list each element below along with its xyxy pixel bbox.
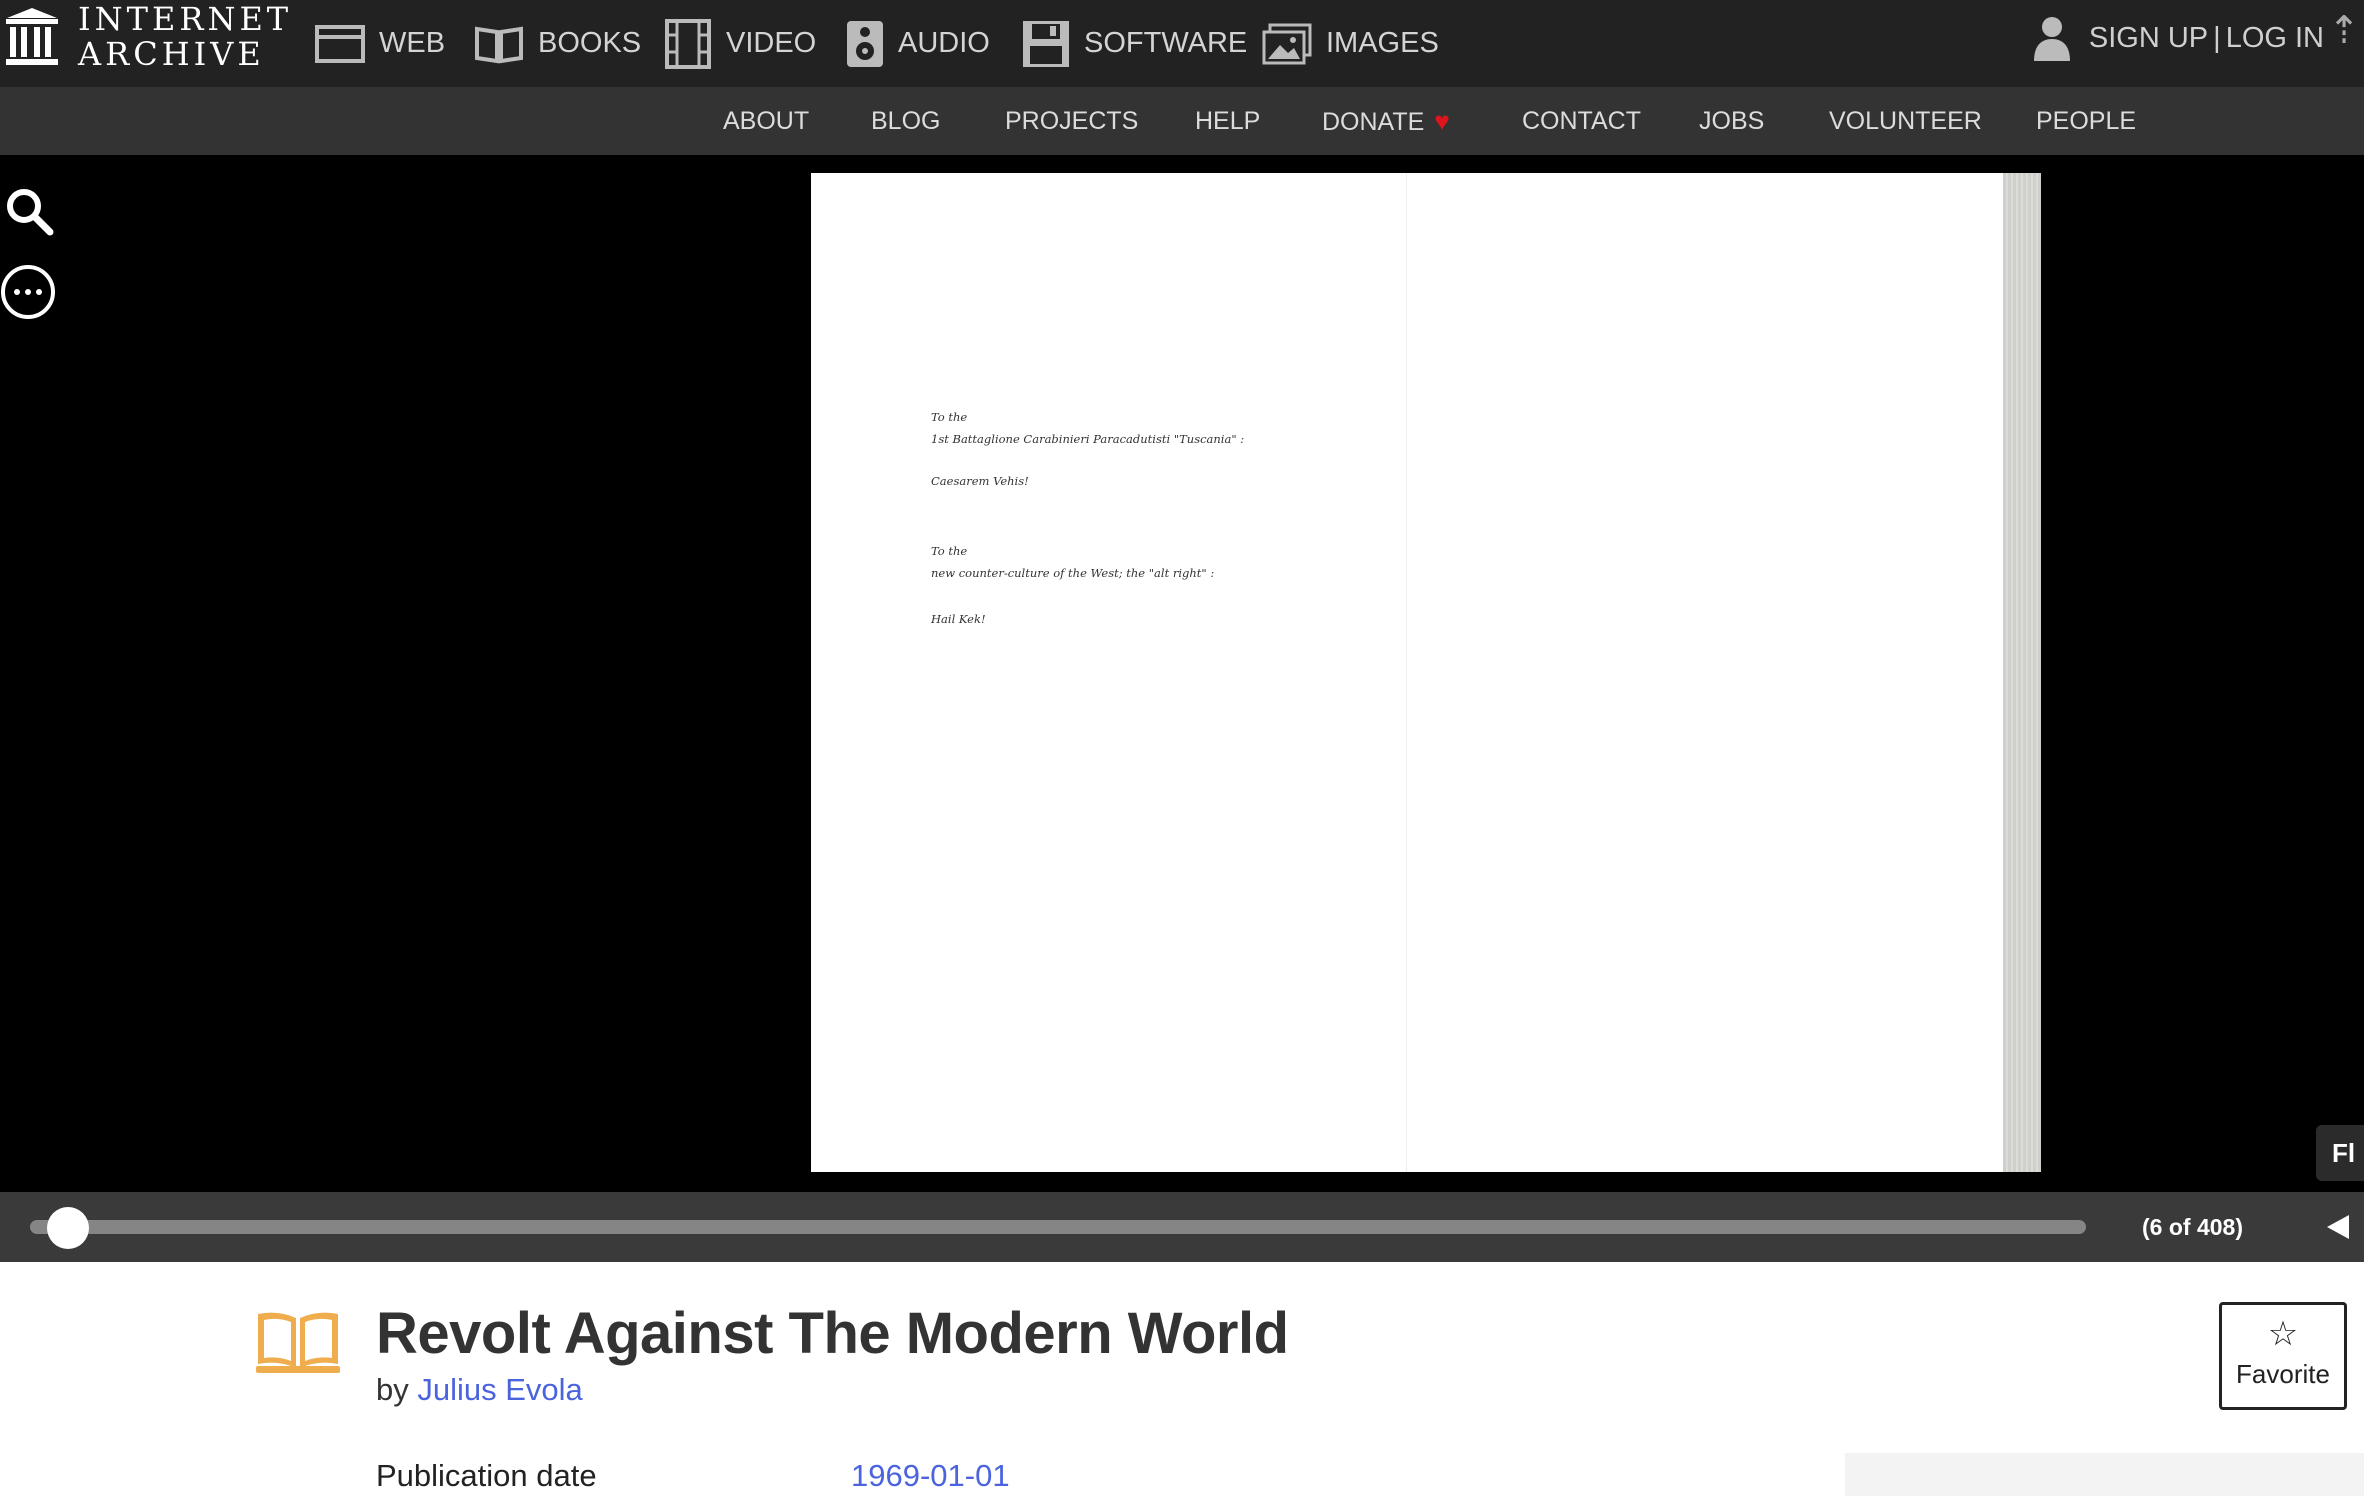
book-page-spread[interactable]: To the 1st Battaglione Carabinieri Parac…	[811, 173, 2041, 1172]
logo-line-1: INTERNET	[78, 0, 293, 38]
metadata-label-publication-date: Publication date	[376, 1458, 597, 1493]
page-scrubber-bar: (6 of 408)	[0, 1192, 2364, 1262]
user-icon	[2033, 17, 2070, 61]
page-line: new counter-culture of the West; the "al…	[931, 566, 1215, 580]
left-page-text: To the 1st Battaglione Carabinieri Parac…	[931, 406, 1331, 630]
books-icon	[475, 26, 523, 63]
nav-software-label: SOFTWARE	[1084, 27, 1248, 59]
byline-prefix: by	[376, 1372, 409, 1407]
page-stack-edge	[2003, 173, 2041, 1172]
upload-icon[interactable]: ⇡	[2328, 8, 2360, 53]
favorite-button[interactable]: ☆ Favorite	[2219, 1302, 2347, 1410]
nav-web[interactable]: WEB	[315, 0, 445, 87]
subnav-volunteer[interactable]: VOLUNTEER	[1829, 87, 1982, 155]
page-gutter	[1406, 173, 1407, 1172]
page-line: Caesarem Vehis!	[931, 474, 1029, 488]
subnav-donate-label: DONATE	[1322, 108, 1425, 136]
logo-wordmark: INTERNET ARCHIVE	[78, 2, 292, 72]
auth-separator: |	[2213, 21, 2221, 54]
page-slider-handle[interactable]	[47, 1207, 90, 1249]
signup-link[interactable]: SIGN UP	[2089, 22, 2208, 55]
item-byline: by Julius Evola	[376, 1372, 583, 1408]
secondary-navigation-bar: ABOUT BLOG PROJECTS HELP DONATE ♥ CONTACT…	[0, 87, 2364, 155]
more-options-icon[interactable]	[0, 264, 56, 320]
page-line: To the	[931, 410, 968, 424]
nav-books-label: BOOKS	[538, 27, 642, 59]
subnav-jobs[interactable]: JOBS	[1699, 87, 1764, 155]
nav-web-label: WEB	[379, 27, 446, 59]
page-line: Hail Kek!	[931, 612, 986, 626]
nav-images-label: IMAGES	[1326, 27, 1439, 59]
subnav-projects[interactable]: PROJECTS	[1005, 87, 1138, 155]
subnav-donate[interactable]: DONATE ♥	[1322, 87, 1450, 155]
page-line: To the	[931, 544, 968, 558]
page-line	[931, 584, 1331, 608]
film-icon	[665, 18, 711, 69]
subnav-blog[interactable]: BLOG	[871, 87, 940, 155]
archive-building-icon	[6, 8, 58, 65]
page-slider-track[interactable]	[30, 1220, 2086, 1234]
nav-software[interactable]: SOFTWARE	[1022, 0, 1247, 87]
floppy-disk-icon	[1023, 20, 1069, 67]
nav-video-label: VIDEO	[726, 27, 817, 59]
top-navigation-bar: INTERNET ARCHIVE WEB BOOKS VIDEO AUDIO S…	[0, 0, 2364, 87]
page-line	[931, 450, 1331, 470]
nav-audio[interactable]: AUDIO	[846, 0, 990, 87]
nav-video[interactable]: VIDEO	[664, 0, 816, 87]
page-count: (6 of 408)	[2142, 1214, 2243, 1240]
subnav-contact[interactable]: CONTACT	[1522, 87, 1641, 155]
page-line	[931, 492, 1331, 516]
auth-area: SIGN UP | LOG IN ⇡	[2033, 0, 2360, 76]
nav-audio-label: AUDIO	[898, 27, 990, 59]
sidebar-panel	[1845, 1453, 2364, 1496]
login-link[interactable]: LOG IN	[2226, 22, 2324, 55]
texts-book-icon	[256, 1312, 340, 1373]
subnav-about[interactable]: ABOUT	[723, 87, 809, 155]
star-icon: ☆	[2267, 1315, 2299, 1353]
nav-books[interactable]: BOOKS	[474, 0, 641, 87]
speaker-icon	[847, 20, 883, 67]
nav-images[interactable]: IMAGES	[1262, 0, 1439, 87]
book-reader: To the 1st Battaglione Carabinieri Parac…	[0, 155, 2364, 1192]
subnav-help[interactable]: HELP	[1195, 87, 1260, 155]
previous-page-icon[interactable]	[2326, 1214, 2350, 1240]
internet-archive-logo[interactable]: INTERNET ARCHIVE	[0, 0, 290, 87]
images-icon	[1262, 23, 1312, 64]
search-icon[interactable]	[0, 183, 56, 239]
heart-icon: ♥	[1434, 106, 1450, 136]
side-tab-button[interactable]: Fl	[2316, 1125, 2364, 1181]
author-link[interactable]: Julius Evola	[417, 1372, 582, 1407]
web-icon	[315, 24, 365, 63]
item-title: Revolt Against The Modern World	[376, 1301, 1289, 1366]
metadata-value-publication-date[interactable]: 1969-01-01	[851, 1458, 1010, 1494]
favorite-label: Favorite	[2236, 1359, 2330, 1389]
page-line	[931, 516, 1331, 540]
logo-line-2: ARCHIVE	[78, 35, 265, 73]
subnav-people[interactable]: PEOPLE	[2036, 87, 2136, 155]
page-line: 1st Battaglione Carabinieri Paracadutist…	[931, 432, 1245, 446]
